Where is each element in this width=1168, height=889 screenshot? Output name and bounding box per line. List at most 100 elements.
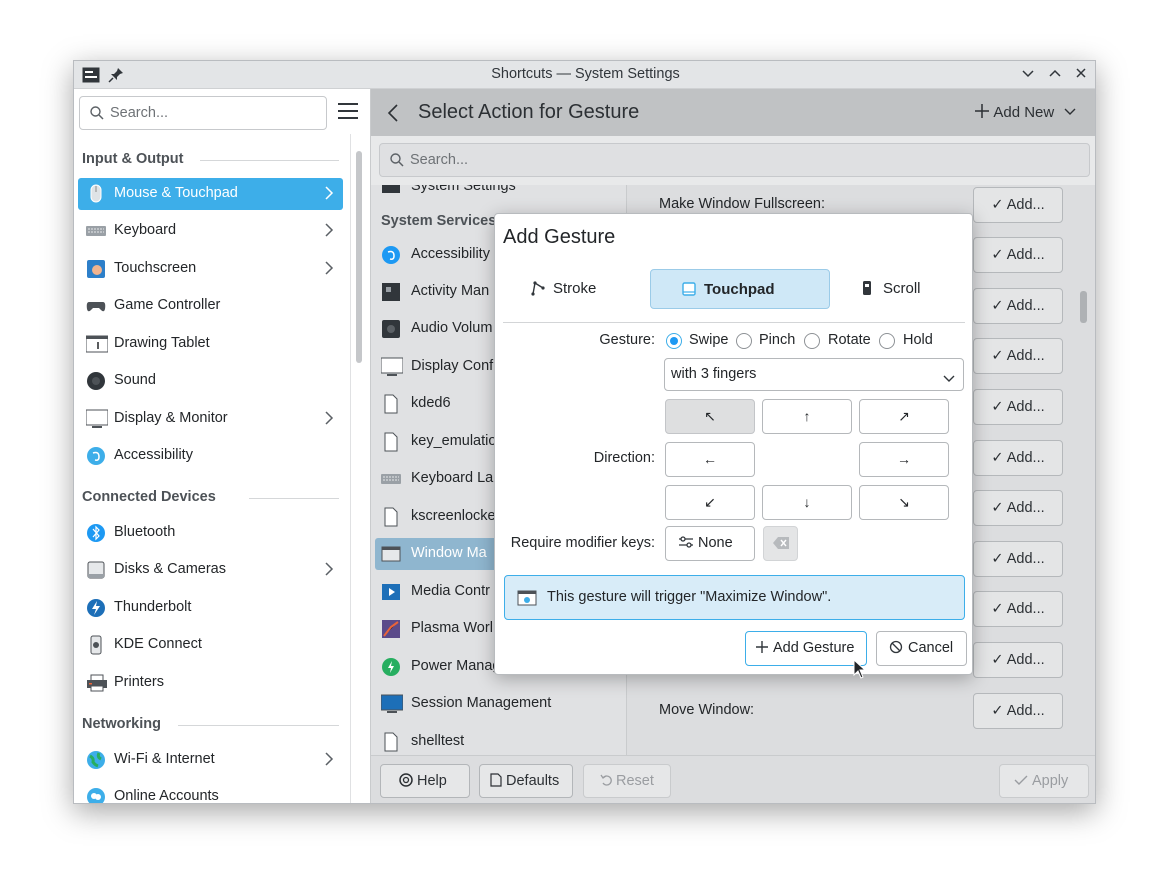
tab-scroll[interactable]: Scroll: [840, 269, 960, 309]
close-icon[interactable]: [1071, 65, 1091, 85]
gamepad-icon: [86, 296, 106, 316]
sidebar-search-placeholder: Search...: [110, 105, 169, 121]
gesture-label: Gesture:: [599, 332, 655, 348]
apply-button[interactable]: Apply: [999, 764, 1089, 798]
back-icon[interactable]: [387, 103, 399, 127]
add-shortcut-button[interactable]: ✓ Add...: [973, 237, 1063, 273]
sidebar-item-accessibility[interactable]: Accessibility: [78, 440, 343, 472]
tab-touchpad[interactable]: Touchpad: [650, 269, 830, 309]
sidebar-item-label: Drawing Tablet: [114, 335, 210, 351]
list-item-label: System Settings: [411, 185, 516, 194]
sidebar-item-label: Keyboard: [114, 222, 177, 238]
fingers-select[interactable]: with 3 fingers: [664, 358, 964, 391]
cancel-button[interactable]: Cancel: [876, 631, 967, 666]
page-title: Select Action for Gesture: [418, 101, 640, 123]
rotate-radio[interactable]: [804, 333, 820, 349]
modifier-keys-label: Require modifier keys:: [510, 535, 655, 551]
add-shortcut-button[interactable]: ✓ Add...: [973, 541, 1063, 577]
keyboard-icon: [86, 221, 106, 241]
direction-right-button[interactable]: →: [859, 442, 949, 477]
plus-icon: [975, 104, 989, 118]
sidebar-item-online-accounts[interactable]: Online Accounts: [78, 781, 343, 803]
add-shortcut-button[interactable]: ✓ Add...: [973, 591, 1063, 627]
add-shortcut-button[interactable]: ✓ Add...: [973, 288, 1063, 324]
tab-stroke[interactable]: Stroke: [515, 269, 645, 309]
add-shortcut-button[interactable]: ✓ Add...: [973, 440, 1063, 476]
add-shortcut-button[interactable]: ✓ Add...: [973, 693, 1063, 729]
sidebar-item-disks-cameras[interactable]: Disks & Cameras: [78, 554, 343, 586]
defaults-button[interactable]: Defaults: [479, 764, 573, 798]
undo-icon: [600, 774, 612, 786]
sidebar-item-wifi-internet[interactable]: Wi-Fi & Internet: [78, 744, 343, 776]
add-label: Add...: [1006, 450, 1045, 466]
sidebar-item-sound[interactable]: Sound: [78, 365, 343, 397]
defaults-label: Defaults: [506, 773, 560, 789]
file-icon: [381, 394, 401, 414]
modifier-value: None: [698, 535, 733, 551]
sidebar-item-bluetooth[interactable]: Bluetooth: [78, 517, 343, 549]
add-shortcut-button[interactable]: ✓ Add...: [973, 389, 1063, 425]
list-item[interactable]: Session Management: [375, 688, 625, 720]
minimize-icon[interactable]: [1018, 65, 1038, 85]
shortcut-list-scrollbar[interactable]: [1080, 291, 1087, 323]
hamburger-menu-icon[interactable]: [338, 103, 358, 121]
sliders-icon: [679, 536, 693, 548]
sidebar-item-label: Bluetooth: [114, 524, 176, 540]
sidebar-item-thunderbolt[interactable]: Thunderbolt: [78, 592, 343, 624]
sidebar-item-kde-connect[interactable]: KDE Connect: [78, 629, 343, 661]
action-search-input[interactable]: Search...: [379, 143, 1090, 177]
file-icon: [381, 432, 401, 452]
monitor-icon: [85, 409, 109, 429]
file-icon: [381, 732, 401, 752]
direction-down-right-button[interactable]: ↘: [859, 485, 949, 520]
add-shortcut-button[interactable]: ✓ Add...: [973, 490, 1063, 526]
touchscreen-icon: [86, 259, 106, 279]
swipe-radio[interactable]: [666, 333, 682, 349]
shortcut-label: Move Window:: [659, 702, 755, 718]
direction-up-right-button[interactable]: ↗: [859, 399, 949, 434]
stroke-icon: [530, 280, 546, 300]
sidebar-item-printers[interactable]: Printers: [78, 667, 343, 699]
add-shortcut-button[interactable]: ✓ Add...: [973, 338, 1063, 374]
add-label: Add...: [1006, 197, 1045, 213]
maximize-icon[interactable]: [1045, 65, 1065, 85]
sidebar-item-game-controller[interactable]: Game Controller: [78, 290, 343, 322]
list-item-label: kscreenlocke: [411, 508, 496, 524]
list-item-label: shelltest: [411, 733, 465, 749]
sidebar: Search... Input & Output Mouse & Touchpa…: [74, 89, 371, 803]
reset-button[interactable]: Reset: [583, 764, 671, 798]
bluetooth-icon: [86, 523, 106, 543]
help-button[interactable]: Help: [380, 764, 470, 798]
direction-up-button[interactable]: ↑: [762, 399, 852, 434]
footer-bar: Help Defaults Reset Apply: [371, 755, 1095, 803]
sidebar-item-drawing-tablet[interactable]: Drawing Tablet: [78, 328, 343, 360]
add-label: Add...: [1006, 399, 1045, 415]
direction-left-button[interactable]: ←: [665, 442, 755, 477]
direction-down-left-button[interactable]: ↙: [665, 485, 755, 520]
hold-radio[interactable]: [879, 333, 895, 349]
list-section-header: System Services: [381, 213, 497, 229]
add-shortcut-button[interactable]: ✓ Add...: [973, 642, 1063, 678]
list-item[interactable]: shelltest: [375, 726, 625, 755]
direction-down-button[interactable]: ↓: [762, 485, 852, 520]
add-gesture-dialog: Add Gesture Stroke Touchpad Scroll Gestu…: [494, 213, 973, 675]
sidebar-scrollbar[interactable]: [356, 151, 362, 363]
sidebar-item-label: Wi-Fi & Internet: [114, 751, 215, 767]
clear-modifier-button[interactable]: [763, 526, 798, 561]
sidebar-item-mouse-touchpad[interactable]: Mouse & Touchpad: [78, 178, 343, 210]
sidebar-item-label: Thunderbolt: [114, 599, 192, 615]
category-connected-devices: Connected Devices: [82, 489, 216, 505]
add-new-button[interactable]: Add New: [974, 103, 1076, 121]
sidebar-item-touchscreen[interactable]: Touchscreen: [78, 253, 343, 285]
list-item[interactable]: System Settings: [375, 185, 625, 203]
sidebar-item-display-monitor[interactable]: Display & Monitor: [78, 403, 343, 435]
direction-up-left-button[interactable]: ↖: [665, 399, 755, 434]
pinch-radio[interactable]: [736, 333, 752, 349]
add-shortcut-button[interactable]: ✓ Add...: [973, 187, 1063, 223]
backspace-icon: [773, 537, 789, 549]
sidebar-item-keyboard[interactable]: Keyboard: [78, 215, 343, 247]
modifier-keys-button[interactable]: None: [665, 526, 755, 561]
sidebar-search-input[interactable]: Search...: [79, 96, 327, 130]
pinch-label: Pinch: [759, 332, 796, 348]
add-gesture-button[interactable]: Add Gesture: [745, 631, 867, 666]
